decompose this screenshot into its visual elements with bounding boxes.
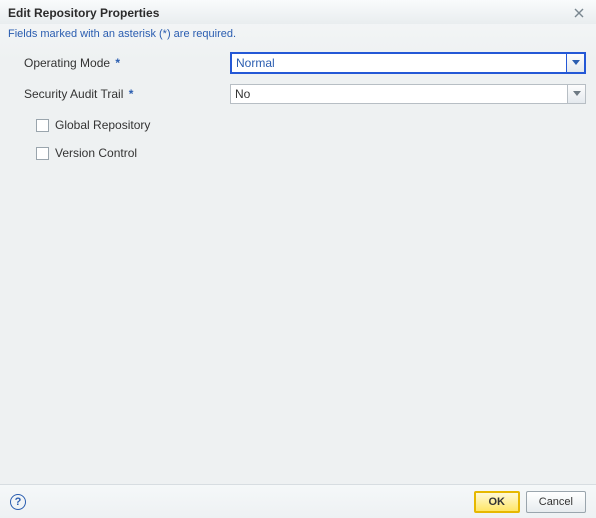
operating-mode-label-text: Operating Mode [24, 56, 110, 70]
help-glyph: ? [15, 496, 22, 508]
security-audit-trail-value: No [231, 85, 567, 103]
titlebar: Edit Repository Properties [0, 0, 596, 24]
operating-mode-row: Operating Mode * Normal [10, 52, 586, 74]
security-audit-trail-label: Security Audit Trail * [10, 87, 230, 101]
ok-button[interactable]: OK [474, 491, 520, 513]
operating-mode-value: Normal [232, 54, 566, 72]
global-repository-row: Global Repository [10, 118, 586, 132]
version-control-checkbox[interactable] [36, 147, 49, 160]
ok-button-label: OK [489, 496, 506, 508]
security-audit-trail-label-text: Security Audit Trail [24, 87, 123, 101]
chevron-down-icon[interactable] [567, 85, 585, 103]
version-control-row: Version Control [10, 146, 586, 160]
dialog-footer: ? OK Cancel [0, 484, 596, 518]
cancel-button-label: Cancel [539, 496, 573, 508]
global-repository-label: Global Repository [55, 118, 150, 132]
operating-mode-select[interactable]: Normal [230, 52, 586, 74]
global-repository-checkbox[interactable] [36, 119, 49, 132]
security-audit-trail-select[interactable]: No [230, 84, 586, 104]
required-fields-hint: Fields marked with an asterisk (*) are r… [0, 24, 596, 52]
required-star: * [115, 56, 120, 70]
chevron-down-icon[interactable] [566, 54, 584, 72]
dialog-title: Edit Repository Properties [8, 6, 159, 20]
close-icon[interactable] [572, 6, 586, 20]
form-area: Operating Mode * Normal Security Audit T… [0, 52, 596, 484]
version-control-label: Version Control [55, 146, 137, 160]
operating-mode-label: Operating Mode * [10, 56, 230, 70]
required-star: * [129, 87, 134, 101]
edit-repository-properties-dialog: Edit Repository Properties Fields marked… [0, 0, 596, 518]
help-icon[interactable]: ? [10, 494, 26, 510]
security-audit-trail-row: Security Audit Trail * No [10, 84, 586, 104]
cancel-button[interactable]: Cancel [526, 491, 586, 513]
